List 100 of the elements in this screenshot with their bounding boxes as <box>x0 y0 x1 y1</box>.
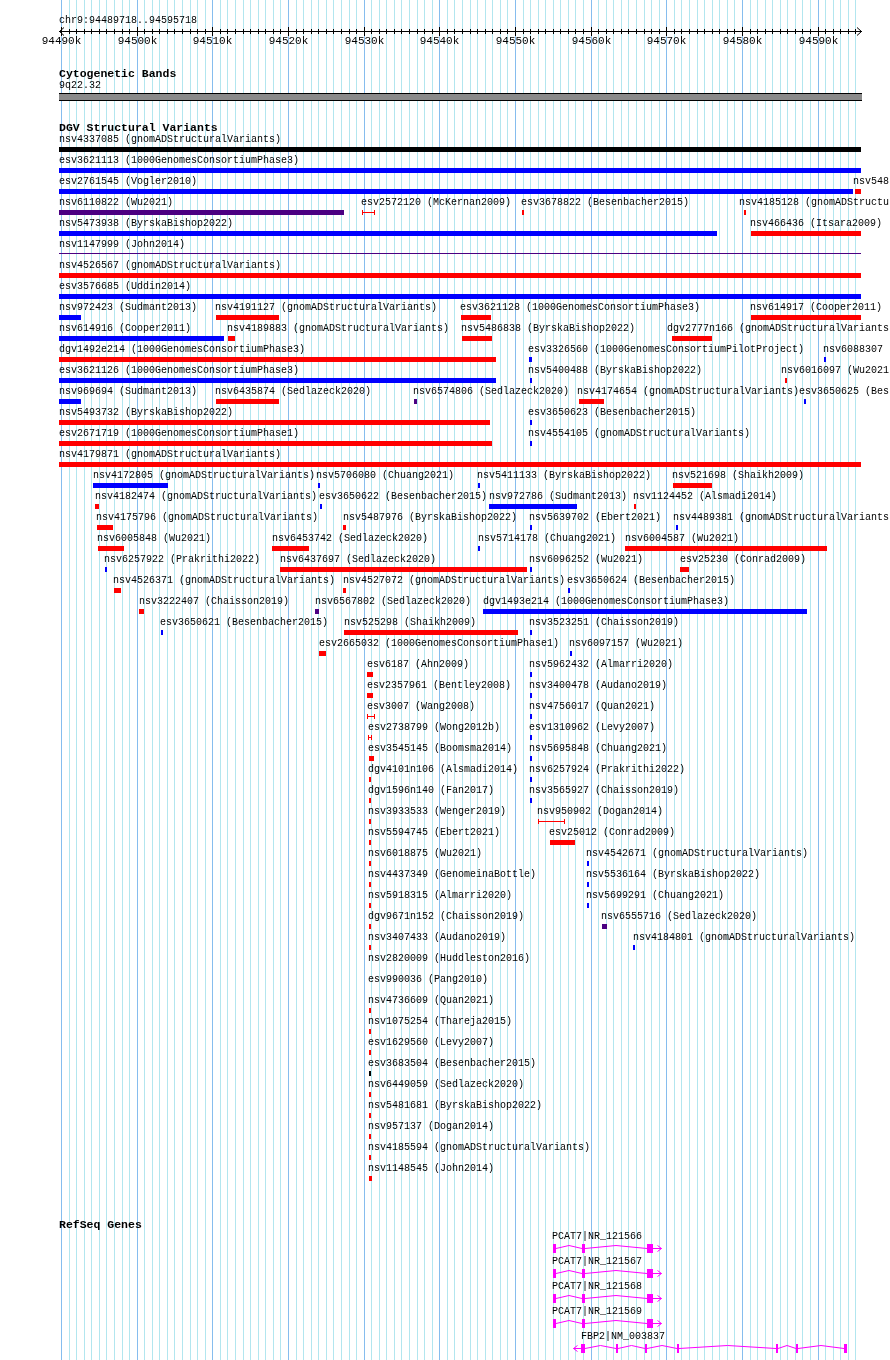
variant-label: nsv1124452 (Alsmadi2014) <box>633 491 778 502</box>
variant-label: nsv950902 (Dogan2014) <box>537 806 664 817</box>
ruler-tick-label: 94580k <box>722 36 763 47</box>
variant-label: esv3621128 (1000GenomesConsortiumPhase3) <box>460 302 701 313</box>
variant-label: nsv1148545 (John2014) <box>368 1163 495 1174</box>
band-label: 9q22.32 <box>59 80 101 92</box>
variant-label: esv3621113 (1000GenomesConsortiumPhase3) <box>59 155 300 166</box>
variant-label: nsv5714178 (Chuang2021) <box>478 533 617 544</box>
variant-label: nsv6449059 (Sedlazeck2020) <box>368 1079 525 1090</box>
ruler-tick-label: 94530k <box>344 36 385 47</box>
variant-label: nsv5639702 (Ebert2021) <box>529 512 662 523</box>
variant-label: nsv5706080 (Chuang2021) <box>316 470 455 481</box>
variant-label: nsv4527072 (gnomADStructuralVariants) <box>343 575 566 586</box>
variant-label: esv3650625 (Bes <box>799 386 889 397</box>
variant-label: nsv6574806 (Sedlazeck2020) <box>413 386 570 397</box>
location-label: chr9:94489718..94595718 <box>59 15 198 26</box>
variant-label: nsv5486838 (ByrskaBishop2022) <box>461 323 636 334</box>
transcript-label: PCAT7|NR_121567 <box>552 1256 642 1267</box>
variant-label: nsv6257924 (Prakrithi2022) <box>529 764 686 775</box>
variant-label: nsv5695848 (Chuang2021) <box>529 743 668 754</box>
variant-label: dgv1493e214 (1000GenomesConsortiumPhase3) <box>483 596 730 607</box>
variant-label: nsv957137 (Dogan2014) <box>368 1121 495 1132</box>
variant-label: nsv4179871 (gnomADStructuralVariants) <box>59 449 282 460</box>
variant-label: esv3007 (Wang2008) <box>367 701 476 712</box>
variant-label: nsv5473938 (ByrskaBishop2022) <box>59 218 234 229</box>
variant-label: esv3326560 (1000GenomesConsortiumPilotProject) <box>528 344 805 355</box>
variant-label: nsv4189883 (gnomADStructuralVariants) <box>227 323 450 334</box>
variant-label: nsv972423 (Sudmant2013) <box>59 302 198 313</box>
variant-label: nsv4184801 (gnomADStructuralVariants) <box>633 932 856 943</box>
variant-label: nsv1075254 (Thareja2015) <box>368 1016 513 1027</box>
variant-label: esv2357961 (Bentley2008) <box>367 680 512 691</box>
variant-label: nsv466436 (Itsara2009) <box>750 218 883 229</box>
variant-label: esv3650624 (Besenbacher2015) <box>567 575 736 586</box>
variant-label: nsv4489381 (gnomADStructuralVariants <box>673 512 890 523</box>
variant-label: nsv4736609 (Quan2021) <box>368 995 495 1006</box>
variant-label: esv2738799 (Wong2012b) <box>368 722 501 733</box>
transcript-label: PCAT7|NR_121568 <box>552 1281 642 1292</box>
ruler-tick-label: 94540k <box>419 36 460 47</box>
variant-label: nsv548 <box>853 176 889 187</box>
variant-label: nsv972786 (Sudmant2013) <box>489 491 628 502</box>
variant-label: esv25230 (Conrad2009) <box>680 554 807 565</box>
variant-label: esv2761545 (Vogler2010) <box>59 176 198 187</box>
variant-label: nsv969694 (Sudmant2013) <box>59 386 198 397</box>
variant-label: esv2572120 (McKernan2009) <box>361 197 512 208</box>
variant-label: nsv3933533 (Wenger2019) <box>368 806 507 817</box>
variant-label: nsv5594745 (Ebert2021) <box>368 827 501 838</box>
variant-label: nsv6018875 (Wu2021) <box>368 848 483 859</box>
variant-label: nsv4437349 (GenomeinaBottle) <box>368 869 537 880</box>
variant-label: nsv6555716 (Sedlazeck2020) <box>601 911 758 922</box>
variant-label: nsv3407433 (Audano2019) <box>368 932 507 943</box>
variant-label: esv2671719 (1000GenomesConsortiumPhase1) <box>59 428 300 439</box>
variant-label: nsv2820009 (Huddleston2016) <box>368 953 531 964</box>
variant-label: esv3545145 (Boomsma2014) <box>368 743 513 754</box>
variant-label: esv2665032 (1000GenomesConsortiumPhase1) <box>319 638 560 649</box>
variant-label: dgv9671n152 (Chaisson2019) <box>368 911 525 922</box>
variant-label: nsv5411133 (ByrskaBishop2022) <box>477 470 652 481</box>
variant-label: nsv6435874 (Sedlazeck2020) <box>215 386 372 397</box>
variant-label: nsv525298 (Shaikh2009) <box>344 617 477 628</box>
variant-label: nsv5962432 (Almarri2020) <box>529 659 674 670</box>
variant-label: esv6187 (Ahn2009) <box>367 659 470 670</box>
variant-label: nsv5699291 (Chuang2021) <box>586 890 725 901</box>
ruler-tick-label: 94560k <box>571 36 612 47</box>
variant-label: esv3621126 (1000GenomesConsortiumPhase3) <box>59 365 300 376</box>
variant-label: nsv5487976 (ByrskaBishop2022) <box>343 512 518 523</box>
ruler-tick-label: 94590k <box>798 36 839 47</box>
transcript-label: PCAT7|NR_121566 <box>552 1231 642 1242</box>
variant-label: esv990036 (Pang2010) <box>368 974 489 985</box>
variant-label: esv1629560 (Levy2007) <box>368 1037 495 1048</box>
variant-label: nsv6016097 (Wu2021 <box>781 365 890 376</box>
variant-label: nsv3565927 (Chaisson2019) <box>529 785 680 796</box>
ruler-tick-label: 94490k <box>41 36 82 47</box>
variant-label: nsv4185128 (gnomADStructu <box>739 197 890 208</box>
variant-label: nsv6097157 (Wu2021) <box>569 638 684 649</box>
variant-label: nsv1147999 (John2014) <box>59 239 186 250</box>
variant-label: nsv4172805 (gnomADStructuralVariants) <box>93 470 316 481</box>
variant-label: dgv2777n166 (gnomADStructuralVariants <box>667 323 890 334</box>
variant-label: nsv614917 (Cooper2011) <box>750 302 883 313</box>
variant-label: nsv4554105 (gnomADStructuralVariants) <box>528 428 751 439</box>
variant-label: nsv4191127 (gnomADStructuralVariants) <box>215 302 438 313</box>
ruler-tick-label: 94510k <box>192 36 233 47</box>
variant-label: nsv6257922 (Prakrithi2022) <box>104 554 261 565</box>
variant-label: nsv4185594 (gnomADStructuralVariants) <box>368 1142 591 1153</box>
variant-label: dgv1492e214 (1000GenomesConsortiumPhase3) <box>59 344 306 355</box>
variant-label: esv3678822 (Besenbacher2015) <box>521 197 690 208</box>
track-title: RefSeq Genes <box>59 1219 142 1231</box>
variant-label: esv1310962 (Levy2007) <box>529 722 656 733</box>
variant-label: esv3650621 (Besenbacher2015) <box>160 617 329 628</box>
variant-label: nsv5493732 (ByrskaBishop2022) <box>59 407 234 418</box>
variant-label: nsv3523251 (Chaisson2019) <box>529 617 680 628</box>
variant-label: dgv1596n140 (Fan2017) <box>368 785 495 796</box>
variant-label: nsv4182474 (gnomADStructuralVariants) <box>95 491 318 502</box>
track-title: Cytogenetic Bands <box>59 68 177 80</box>
ruler-tick-label: 94570k <box>646 36 687 47</box>
variant-label: nsv3222407 (Chaisson2019) <box>139 596 290 607</box>
variant-label: nsv6437697 (Sedlazeck2020) <box>280 554 437 565</box>
variant-label: nsv4337085 (gnomADStructuralVariants) <box>59 134 282 145</box>
ruler-tick-label: 94500k <box>117 36 158 47</box>
variant-label: nsv4174654 (gnomADStructuralVariants) <box>577 386 800 397</box>
variant-label: nsv5481681 (ByrskaBishop2022) <box>368 1100 543 1111</box>
variant-label: esv3650623 (Besenbacher2015) <box>528 407 697 418</box>
